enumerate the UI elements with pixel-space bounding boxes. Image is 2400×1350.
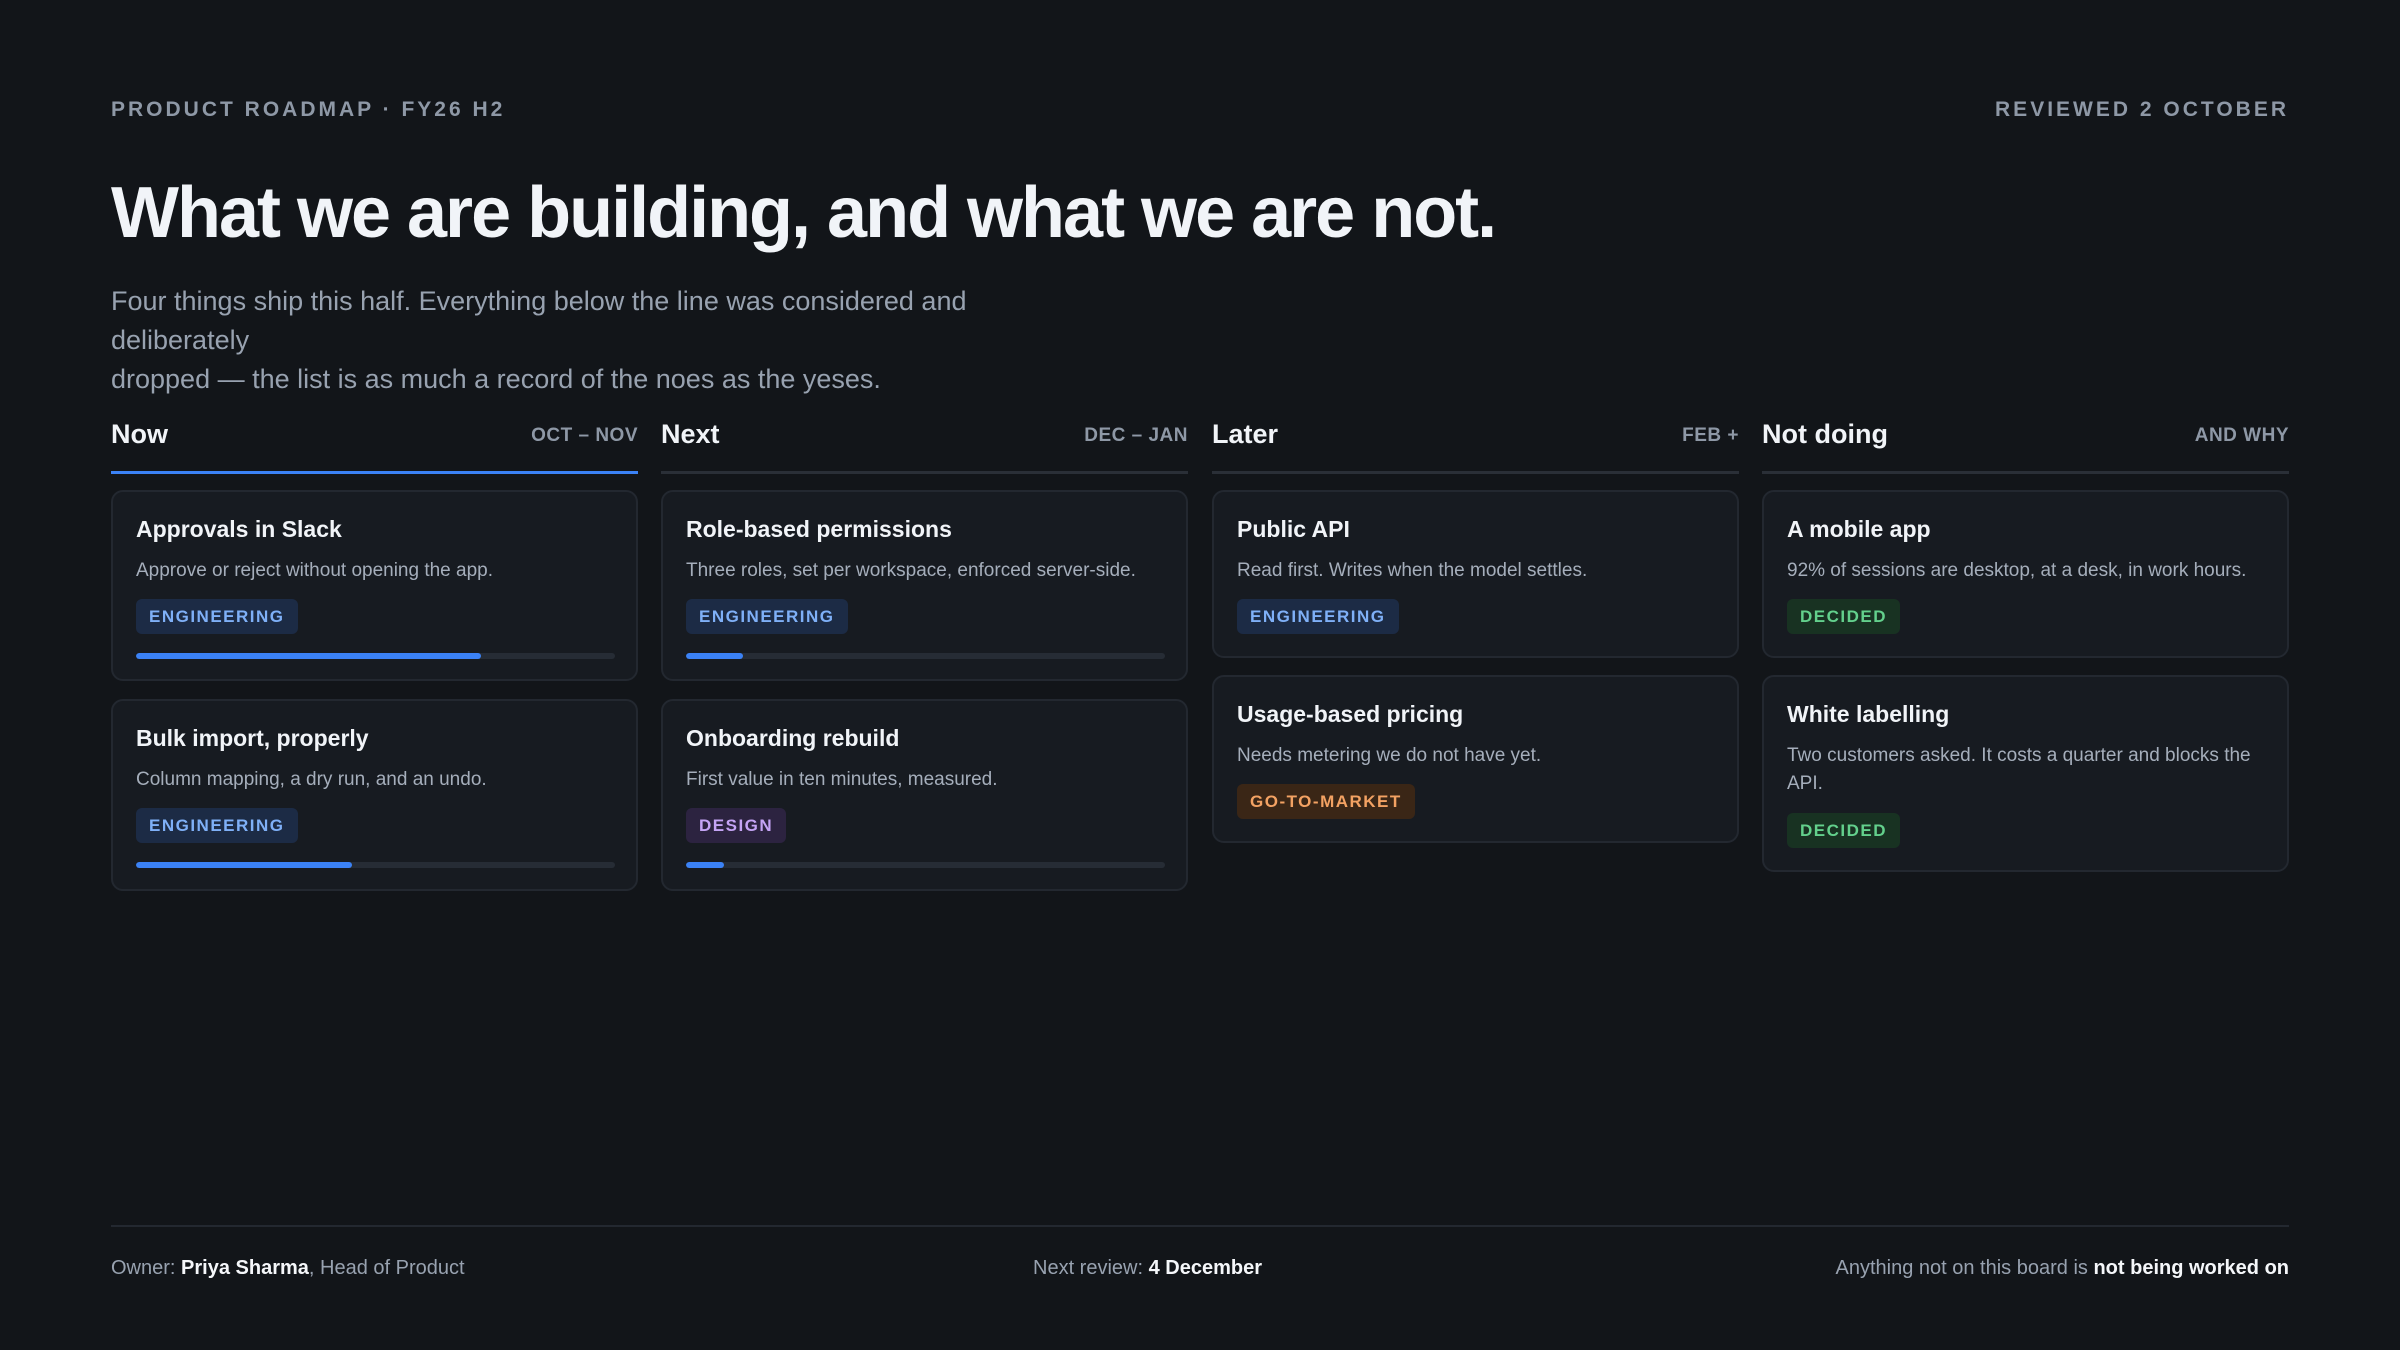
progress-fill [686,862,725,868]
tag-go-to-market: GO-TO-MARKET [1237,784,1415,819]
roadmap-columns: Now OCT – NOV Approvals in Slack Approve… [111,415,2289,935]
next-review-label: Next review: [1033,1257,1149,1279]
progress-fill [686,653,744,659]
progress-fill [136,862,352,868]
tag-design: DESIGN [686,808,787,843]
column-next: Next DEC – JAN Role-based permissions Th… [661,415,1188,891]
progress-bar [136,653,615,659]
column-title: Not doing [1762,419,1888,449]
board-note-text: Anything not on this board is [1835,1257,2094,1279]
card-title: A mobile app [1787,516,1931,542]
tag-decided: DECIDED [1787,599,1901,634]
card-title: Approvals in Slack [136,516,342,542]
tag-engineering: ENGINEERING [136,599,298,634]
column-title: Next [661,419,720,449]
owner-label: Owner: [111,1257,182,1279]
reviewed-date: REVIEWED 2 OCTOBER [1995,98,2289,121]
subtitle-line-2: dropped — the list is as much a record o… [111,364,881,394]
column-header-later[interactable]: Later FEB + [1212,415,1739,474]
roadmap-card-public-api[interactable]: Public API Read first. Writes when the m… [1212,490,1739,658]
progress-fill [136,653,481,659]
tag-engineering: ENGINEERING [686,599,848,634]
column-range: OCT – NOV [531,425,638,446]
owner-info: Owner: Priya Sharma, Head of Product [111,1257,465,1280]
board-note: Anything not on this board is not being … [1836,1257,2290,1280]
card-description: Needs metering we do not have yet. [1237,745,1542,766]
column-now: Now OCT – NOV Approvals in Slack Approve… [111,415,638,891]
board-note-emphasis: not being worked on [2093,1257,2289,1279]
card-description: Column mapping, a dry run, and an undo. [136,769,487,790]
tag-engineering: ENGINEERING [136,808,298,843]
card-title: Usage-based pricing [1237,701,1464,727]
tag-engineering: ENGINEERING [1237,599,1399,634]
tag-decided: DECIDED [1787,813,1901,848]
roadmap-card-approvals-in-slack[interactable]: Approvals in Slack Approve or reject wit… [111,490,638,681]
roadmap-card-mobile-app[interactable]: A mobile app 92% of sessions are desktop… [1762,490,2289,658]
card-description: First value in ten minutes, measured. [686,769,998,790]
next-review-date: 4 December [1148,1257,1262,1279]
progress-bar [686,862,1165,868]
card-title: Bulk import, properly [136,725,369,751]
progress-bar [686,653,1165,659]
owner-name: Priya Sharma [181,1257,309,1279]
roadmap-card-bulk-import[interactable]: Bulk import, properly Column mapping, a … [111,699,638,891]
page-subtitle: Four things ship this half. Everything b… [111,282,1111,399]
column-title: Now [111,419,168,449]
next-review: Next review: 4 December [1033,1257,1262,1280]
card-description: Two customers asked. It costs a quarter … [1787,745,2251,794]
column-header-now[interactable]: Now OCT – NOV [111,415,638,474]
card-title: Public API [1237,516,1350,542]
card-title: Onboarding rebuild [686,725,900,751]
card-description: Read first. Writes when the model settle… [1237,560,1588,581]
card-description: Approve or reject without opening the ap… [136,560,494,581]
column-header-next[interactable]: Next DEC – JAN [661,415,1188,474]
card-description: Three roles, set per workspace, enforced… [686,560,1136,581]
subtitle-line-1: Four things ship this half. Everything b… [111,286,967,355]
roadmap-page: PRODUCT ROADMAP · FY26 H2 REVIEWED 2 OCT… [111,0,2289,1350]
column-range: DEC – JAN [1084,425,1188,446]
column-range: AND WHY [2194,425,2289,446]
card-title: White labelling [1787,701,1950,727]
roadmap-card-onboarding-rebuild[interactable]: Onboarding rebuild First value in ten mi… [661,699,1188,891]
card-title: Role-based permissions [686,516,952,542]
column-range: FEB + [1682,425,1739,446]
column-later: Later FEB + Public API Read first. Write… [1212,415,1739,843]
column-title: Later [1212,419,1279,449]
column-not-doing: Not doing AND WHY A mobile app 92% of se… [1762,415,2289,872]
roadmap-card-usage-based-pricing[interactable]: Usage-based pricing Needs metering we do… [1212,675,1739,843]
card-description: 92% of sessions are desktop, at a desk, … [1787,560,2247,581]
progress-bar [136,862,615,868]
footer: Owner: Priya Sharma, Head of Product Nex… [111,1225,2289,1305]
owner-role: , Head of Product [308,1257,465,1279]
roadmap-card-role-based-permissions[interactable]: Role-based permissions Three roles, set … [661,490,1188,681]
column-header-not-doing[interactable]: Not doing AND WHY [1762,415,2289,474]
roadmap-card-white-labelling[interactable]: White labelling Two customers asked. It … [1762,675,2289,872]
roadmap-eyebrow: PRODUCT ROADMAP · FY26 H2 [111,98,506,121]
page-title: What we are building, and what we are no… [111,173,1497,253]
top-bar: PRODUCT ROADMAP · FY26 H2 REVIEWED 2 OCT… [111,98,2289,124]
